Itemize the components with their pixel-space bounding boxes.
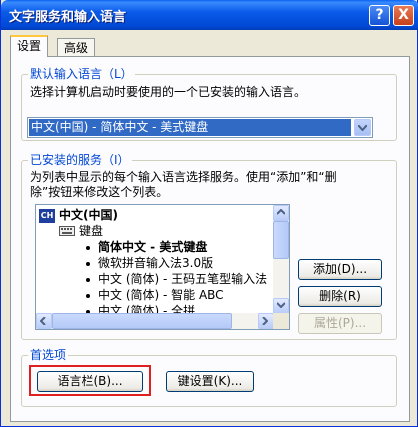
default-language-select[interactable]: 中文(中国) - 简体中文 - 美式键盘 — [27, 117, 373, 138]
highlight-annotation — [29, 365, 151, 396]
services-tree[interactable]: CH 中文(中国) 键盘 简体中文 - 美式键盘 微软拼音输入法3.0版 中文 (… — [35, 204, 290, 330]
installed-services-description-line2: 除”按钮来修改这个列表。 — [30, 185, 169, 199]
horizontal-scrollbar[interactable] — [36, 313, 274, 329]
close-button[interactable]: X — [393, 5, 414, 26]
tree-item[interactable]: 微软拼音输入法3.0版 — [86, 255, 213, 271]
scroll-right-icon[interactable] — [258, 313, 274, 329]
bullet-icon — [86, 293, 90, 298]
help-button[interactable]: ? — [369, 5, 390, 26]
tab-settings[interactable]: 设置 — [10, 35, 49, 57]
scroll-down-icon[interactable] — [273, 298, 289, 314]
tree-item[interactable]: 中文 (简体) - 王码五笔型输入法 — [86, 271, 267, 287]
remove-button[interactable]: 删除(R) — [298, 286, 382, 307]
installed-services-group-label: 已安装的服务（I） — [28, 153, 132, 167]
bullet-icon — [86, 261, 90, 266]
dialog-window: 文字服务和输入语言 ? X 设置 高级 默认输入语言（L） 选择计算机启动时要使… — [0, 0, 418, 427]
tree-item-label: 微软拼音输入法3.0版 — [98, 256, 214, 270]
default-language-selected-value: 中文(中国) - 简体中文 - 美式键盘 — [29, 119, 351, 136]
tree-keyboard-node[interactable]: 键盘 — [59, 223, 103, 240]
bullet-icon — [86, 245, 90, 250]
tree-item-label: 简体中文 - 美式键盘 — [98, 240, 208, 254]
services-tree-content: CH 中文(中国) 键盘 简体中文 - 美式键盘 微软拼音输入法3.0版 中文 (… — [36, 205, 274, 314]
scroll-corner — [273, 313, 289, 329]
horizontal-scroll-thumb[interactable] — [52, 313, 232, 329]
add-button[interactable]: 添加(D)... — [298, 259, 382, 280]
title-bar[interactable]: 文字服务和输入语言 ? X — [1, 0, 418, 30]
tab-advanced[interactable]: 高级 — [57, 38, 96, 58]
vertical-scrollbar[interactable] — [273, 205, 289, 314]
default-language-group-label: 默认输入语言（L） — [28, 67, 135, 81]
default-language-description: 选择计算机启动时要使用的一个已安装的输入语言。 — [30, 85, 307, 99]
properties-button[interactable]: 属性(P)... — [298, 313, 382, 334]
vertical-scroll-thumb[interactable] — [273, 221, 289, 259]
preferences-group-label: 首选项 — [28, 348, 69, 362]
tree-language-label: 中文(中国) — [59, 208, 118, 222]
keyboard-icon — [59, 224, 75, 240]
tree-language-node[interactable]: CH 中文(中国) — [39, 207, 118, 223]
tree-item[interactable]: 中文 (简体) - 智能 ABC — [86, 287, 224, 303]
tree-item-label: 中文 (简体) - 王码五笔型输入法 — [98, 272, 268, 286]
tree-item[interactable]: 简体中文 - 美式键盘 — [86, 239, 207, 255]
tree-keyboard-label: 键盘 — [79, 224, 104, 238]
bullet-icon — [86, 277, 90, 282]
scroll-up-icon[interactable] — [273, 205, 289, 221]
language-badge: CH — [39, 208, 55, 223]
window-title: 文字服务和输入语言 — [9, 10, 127, 25]
chevron-down-icon[interactable] — [354, 119, 371, 136]
key-settings-button[interactable]: 键设置(K)... — [166, 371, 254, 392]
tree-item-label: 中文 (简体) - 智能 ABC — [98, 288, 224, 302]
installed-services-description-line1: 为列表中显示的每个输入语言选择服务。使用“添加”和“删 — [30, 170, 337, 184]
scroll-left-icon[interactable] — [36, 313, 52, 329]
